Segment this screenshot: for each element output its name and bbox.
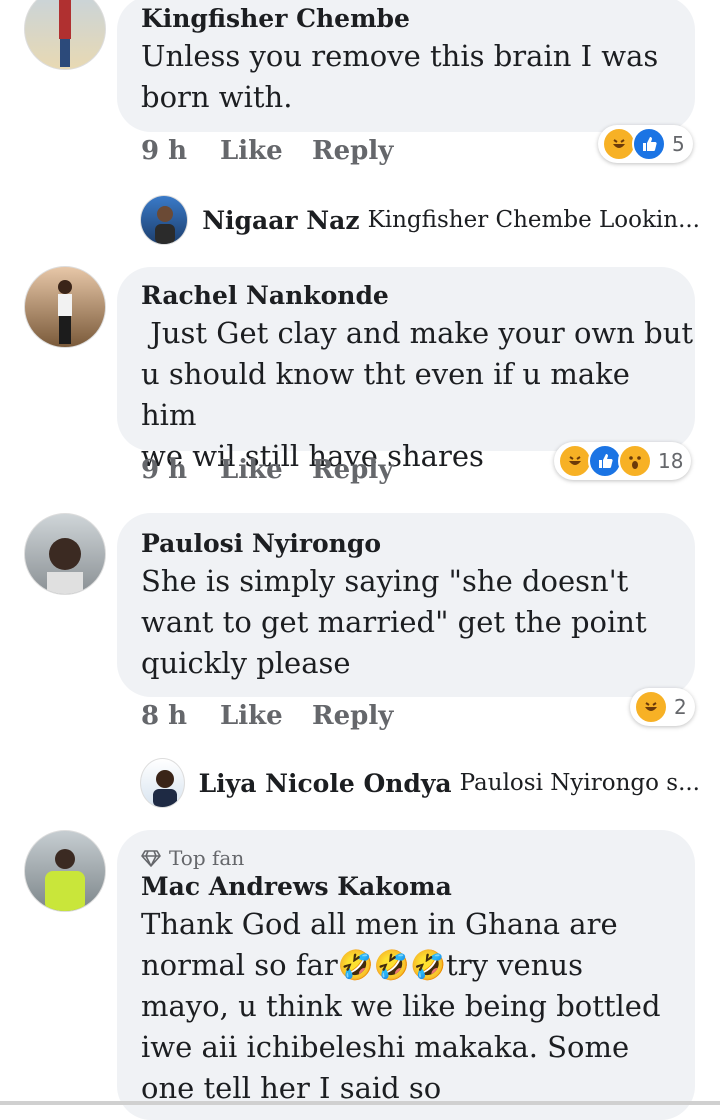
person-photo-icon (47, 538, 83, 594)
like-button[interactable]: Like (220, 701, 283, 731)
avatar-rachel[interactable] (24, 266, 106, 348)
reactions-summary[interactable]: 5 (598, 125, 693, 163)
haha-icon (634, 690, 668, 724)
reactions-summary[interactable]: 18 (554, 442, 692, 480)
comment-bubble: Paulosi Nyirongo She is simply saying "s… (117, 513, 695, 697)
avatar-mac-andrews[interactable] (24, 830, 106, 912)
reaction-count: 18 (658, 449, 684, 473)
like-icon (632, 127, 666, 161)
haha-icon (558, 444, 592, 478)
comment-text-line: quickly please (141, 646, 351, 680)
comment-time[interactable]: 9 h (141, 136, 187, 166)
comment-text-line: want to get married" get the point (141, 605, 647, 639)
comment-author[interactable]: Mac Andrews Kakoma (141, 870, 671, 904)
diamond-icon (141, 850, 161, 867)
comment-bubble: Rachel Nankonde Just Get clay and make y… (117, 267, 695, 473)
comment-bubble: Kingfisher Chembe Unless you remove this… (117, 0, 695, 132)
person-photo-icon (58, 280, 72, 344)
comment-text-line: Unless you remove this brain I was (141, 39, 659, 73)
reply-preview[interactable]: Liya Nicole Ondya Paulosi Nyirongo s... (140, 758, 700, 808)
like-icon (588, 444, 622, 478)
reply-text: Kingfisher Chembe Lookin... (367, 207, 700, 233)
reply-author[interactable]: Nigaar Naz (202, 206, 359, 235)
comment-text-line: Just Get clay and make your own but (141, 316, 694, 350)
person-photo-icon (59, 0, 71, 67)
reply-author[interactable]: Liya Nicole Ondya (199, 769, 452, 798)
avatar-liya (140, 758, 185, 808)
top-fan-label: Top fan (169, 846, 245, 870)
comment-text-line: iwe aii ichibeleshi makaka. Some (141, 1030, 630, 1064)
haha-icon (602, 127, 636, 161)
comment-bubble: Top fan Mac Andrews Kakoma Thank God all… (117, 830, 695, 1120)
wow-icon (618, 444, 652, 478)
comment-time[interactable]: 9 h (141, 455, 187, 485)
reply-text: Paulosi Nyirongo s... (459, 770, 700, 796)
reply-preview[interactable]: Nigaar Naz Kingfisher Chembe Lookin... (140, 195, 700, 245)
person-photo-icon (155, 206, 175, 244)
avatar-paulosi[interactable] (24, 513, 106, 595)
comment-author[interactable]: Paulosi Nyirongo (141, 527, 671, 561)
comment-text-line: normal so far🤣🤣🤣try venus (141, 948, 583, 982)
comment-text-line: born with. (141, 80, 293, 114)
comment-text-line: mayo, u think we like being bottled (141, 989, 661, 1023)
reactions-summary[interactable]: 2 (630, 688, 695, 726)
avatar-nigaar (140, 195, 189, 245)
avatar-kingfisher[interactable] (24, 0, 106, 70)
like-button[interactable]: Like (220, 136, 283, 166)
comment-time[interactable]: 8 h (141, 701, 187, 731)
reaction-count: 2 (674, 695, 687, 719)
reaction-count: 5 (672, 132, 685, 156)
like-button[interactable]: Like (220, 455, 283, 485)
comment-text-line: u should know tht even if u make him (141, 357, 630, 432)
comment-text-line: She is simply saying "she doesn't (141, 564, 629, 598)
person-photo-icon (153, 770, 177, 807)
reply-button[interactable]: Reply (312, 136, 393, 166)
comment-author[interactable]: Rachel Nankonde (141, 279, 671, 313)
reply-button[interactable]: Reply (312, 701, 393, 731)
person-photo-icon (45, 849, 85, 911)
comment-text-line: Thank God all men in Ghana are (141, 907, 618, 941)
comment-author[interactable]: Kingfisher Chembe (141, 2, 671, 36)
screen-bottom-edge (0, 1101, 720, 1105)
top-fan-badge[interactable]: Top fan (141, 846, 671, 870)
reply-button[interactable]: Reply (312, 455, 393, 485)
